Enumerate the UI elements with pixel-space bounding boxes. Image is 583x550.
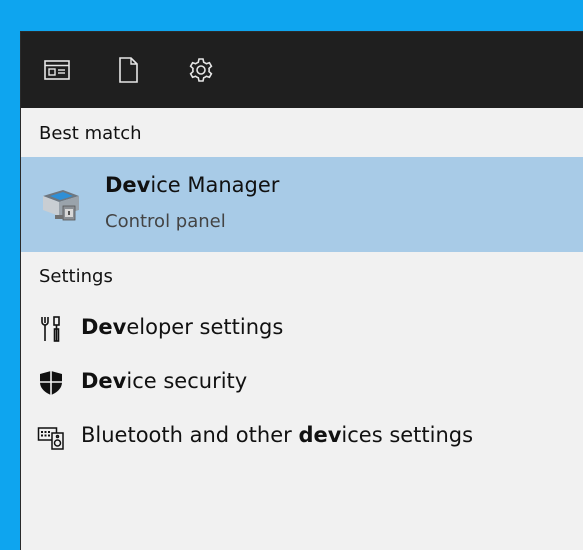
- settings-header: Settings: [39, 266, 113, 287]
- device-manager-icon: [37, 182, 85, 230]
- bluetooth-devices-icon: [37, 423, 65, 451]
- developer-settings-item[interactable]: Developer settings: [21, 304, 583, 352]
- document-icon[interactable]: [112, 54, 144, 86]
- developer-tools-icon: [37, 315, 65, 343]
- settings-gear-icon[interactable]: [185, 54, 217, 86]
- bluetooth-devices-label: Bluetooth and other devices settings: [81, 423, 474, 447]
- device-manager-title: Device Manager: [105, 173, 280, 197]
- search-filter-bar: [21, 32, 583, 108]
- device-security-item[interactable]: Device security: [21, 358, 583, 406]
- device-manager-result[interactable]: Device Manager Control panel: [21, 157, 583, 252]
- device-manager-subtitle: Control panel: [105, 211, 226, 232]
- best-match-header: Best match: [39, 123, 142, 144]
- developer-settings-label: Developer settings: [81, 315, 284, 339]
- bluetooth-devices-item[interactable]: Bluetooth and other devices settings: [21, 412, 583, 460]
- apps-view-icon[interactable]: [41, 54, 73, 86]
- shield-icon: [37, 369, 65, 397]
- search-results-panel: Best match Device Manager Control panel …: [20, 31, 583, 550]
- device-security-label: Device security: [81, 369, 248, 393]
